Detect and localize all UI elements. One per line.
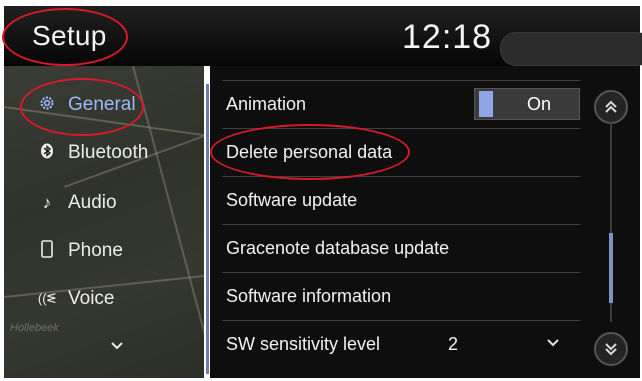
map-label: Hollebeek (10, 322, 59, 334)
sidebar-item-bluetooth[interactable]: Bluetooth (4, 130, 204, 176)
row-label: Animation (226, 93, 307, 114)
list-item-sw-sensitivity[interactable]: SW sensitivity level 2 (222, 320, 580, 367)
annotation-circle (20, 78, 144, 136)
animation-toggle[interactable]: On (474, 88, 580, 120)
row-label: Software update (226, 189, 358, 210)
sidebar-item-phone[interactable]: Phone (4, 228, 204, 274)
list-item-gracenote-update[interactable]: Gracenote database update (222, 224, 580, 271)
list-item-animation[interactable]: Animation On (222, 80, 580, 127)
sidebar-item-label: Bluetooth (68, 142, 149, 163)
scroll-thumb[interactable] (609, 232, 613, 303)
sidebar-item-label: Phone (68, 240, 123, 261)
bluetooth-icon (34, 143, 60, 164)
annotation-circle (2, 8, 128, 66)
sidebar-item-label: Audio (68, 192, 117, 213)
clock: 12:18 (402, 18, 493, 56)
row-label: SW sensitivity level (226, 333, 381, 354)
sensitivity-value: 2 (448, 333, 459, 354)
music-note-icon: ♪ (42, 193, 52, 212)
sidebar-item-audio[interactable]: ♪ Audio (4, 180, 204, 226)
double-chevron-down-icon[interactable] (594, 332, 628, 366)
chevron-down-icon[interactable] (546, 335, 560, 353)
list-item-software-update[interactable]: Software update (222, 176, 580, 223)
active-divider (206, 84, 209, 374)
settings-list: Animation On Delete personal data Softwa… (210, 66, 588, 378)
sidebar-item-voice[interactable]: ((ᓬ Voice (4, 276, 204, 322)
list-item-software-information[interactable]: Software information (222, 272, 580, 319)
setup-screen: Setup 12:18 Hollebeek General Bluetooth … (0, 0, 642, 381)
toggle-knob (479, 91, 493, 117)
row-label: Software information (226, 285, 392, 306)
chevron-down-icon[interactable] (110, 338, 124, 356)
annotation-circle (210, 124, 410, 180)
toggle-value: On (527, 94, 552, 114)
sidebar-item-label: Voice (68, 288, 115, 309)
scroll-column (588, 66, 640, 378)
status-area (500, 32, 642, 66)
phone-icon (34, 239, 60, 263)
voice-icon: ((ᓬ (37, 291, 57, 306)
double-chevron-up-icon[interactable] (594, 90, 628, 124)
row-label: Gracenote database update (226, 237, 450, 258)
